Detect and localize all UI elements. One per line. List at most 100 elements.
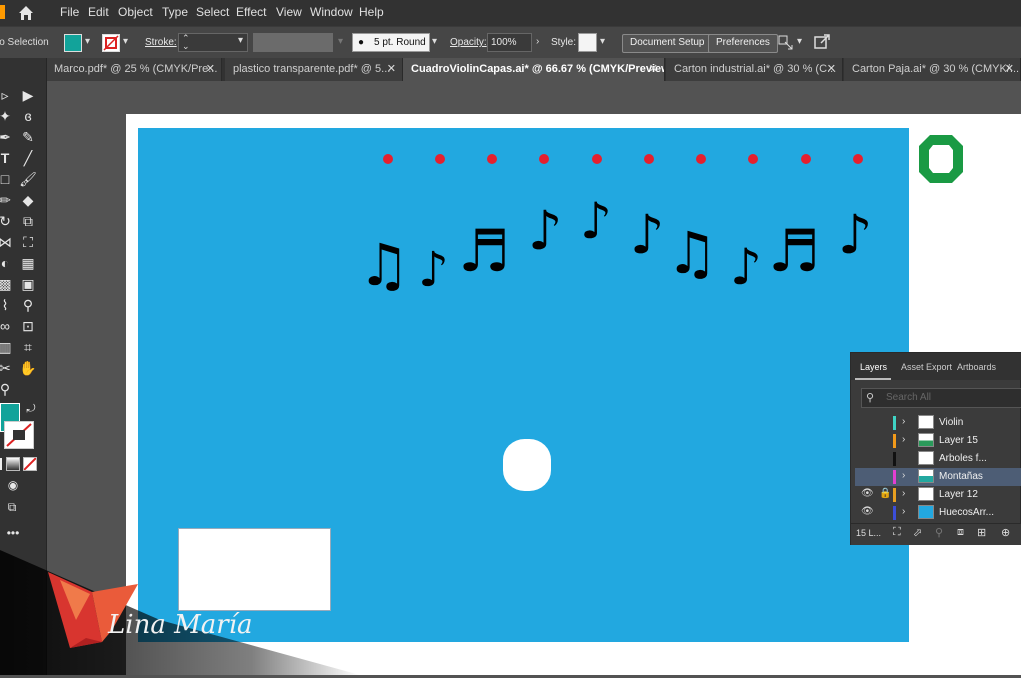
expand-arrow-icon[interactable]: › — [902, 506, 905, 517]
beamed-eighth-notes-icon[interactable]: ♫ — [358, 236, 410, 294]
stroke-weight-dropdown-icon[interactable]: ▾ — [238, 35, 243, 46]
zoom-tool-icon[interactable]: ⚲ — [0, 380, 14, 398]
red-dot[interactable] — [592, 154, 602, 164]
brush-dropdown-icon[interactable]: ▾ — [432, 36, 437, 53]
rotate-tool-icon[interactable]: ↻ — [0, 212, 14, 230]
selection-tool-icon[interactable]: ▹ — [0, 86, 14, 104]
eyedropper-tool-icon[interactable]: ⌇ — [0, 296, 14, 314]
eraser-tool-icon[interactable]: ◆ — [19, 191, 37, 209]
white-circle-hole[interactable] — [503, 439, 551, 491]
beamed-sixteenth-notes-icon[interactable]: ♬ — [768, 222, 820, 280]
red-dot[interactable] — [748, 154, 758, 164]
close-icon[interactable]: ✕ — [206, 58, 215, 80]
brush-definition[interactable]: ● 5 pt. Round — [352, 33, 430, 52]
layer-row-violin[interactable]: › Violin — [855, 414, 1021, 432]
eye-icon[interactable]: 👁 — [861, 506, 874, 517]
arrange-documents-icon[interactable] — [776, 33, 794, 51]
red-dot[interactable] — [539, 154, 549, 164]
none-mode-icon[interactable] — [23, 457, 37, 471]
red-dot[interactable] — [696, 154, 706, 164]
pen-tool-icon[interactable]: ✒ — [0, 128, 14, 146]
opacity-arrow-icon[interactable]: › — [536, 36, 539, 53]
style-dropdown-icon[interactable]: ▾ — [600, 36, 605, 53]
lock-icon[interactable]: 🔒 — [879, 488, 891, 499]
fill-color-swatch[interactable] — [64, 34, 82, 52]
red-dot[interactable] — [435, 154, 445, 164]
gradient-tool-icon[interactable]: ▣ — [19, 275, 37, 293]
layer-row-huecos[interactable]: 👁 › HuecosArr... — [855, 504, 1021, 522]
scale-tool-icon[interactable]: ⧉ — [19, 212, 37, 230]
close-icon[interactable]: ✕ — [649, 58, 658, 80]
document-setup-button[interactable]: Document Setup — [622, 34, 713, 53]
curvature-tool-icon[interactable]: ✎ — [19, 128, 37, 146]
rectangle-tool-icon[interactable]: □ — [0, 170, 14, 188]
magic-wand-tool-icon[interactable]: ✦ — [0, 107, 14, 125]
layer-row-arboles[interactable]: Arboles f... — [855, 450, 1021, 468]
symbol-sprayer-tool-icon[interactable]: ⊡ — [19, 317, 37, 335]
stroke-dropdown-icon[interactable]: ▾ — [123, 36, 128, 53]
swap-fill-stroke-icon[interactable]: ⤾ — [22, 400, 40, 418]
close-icon[interactable]: ✕ — [827, 58, 836, 80]
eighth-note-icon[interactable]: ♪ — [528, 204, 562, 258]
search-layer-icon[interactable]: ⚲ — [935, 526, 943, 539]
tab-plastico-transparente[interactable]: plastico transparente.pdf* @ 5... ✕ — [225, 58, 403, 81]
menu-effect[interactable]: Effect — [236, 5, 266, 19]
layer-row-layer-12[interactable]: 👁 🔒 › Layer 12 — [855, 486, 1021, 504]
width-tool-icon[interactable]: ⋈ — [0, 233, 14, 251]
menu-window[interactable]: Window — [310, 5, 353, 19]
menu-object[interactable]: Object — [118, 5, 153, 19]
beamed-sixteenth-notes-icon[interactable]: ♬ — [458, 222, 510, 280]
eye-icon[interactable]: 👁 — [861, 488, 874, 499]
column-graph-tool-icon[interactable]: ▥ — [0, 338, 14, 356]
line-tool-icon[interactable]: ╱ — [19, 149, 37, 167]
fill-dropdown-icon[interactable]: ▾ — [85, 36, 90, 53]
tab-carton-industrial[interactable]: Carton industrial.ai* @ 30 % (C... ✕ — [666, 58, 843, 81]
shape-builder-tool-icon[interactable]: ◐ — [0, 254, 14, 272]
arrange-dropdown-icon[interactable]: ▾ — [797, 36, 802, 53]
opacity-label[interactable]: Opacity: — [450, 37, 487, 54]
artboard-tool-icon[interactable]: ⌗ — [19, 338, 37, 356]
tab-marco[interactable]: Marco.pdf* @ 25 % (CMYK/Pre... ✕ — [46, 58, 222, 81]
expand-arrow-icon[interactable]: › — [902, 434, 905, 445]
red-dot[interactable] — [644, 154, 654, 164]
perspective-grid-tool-icon[interactable]: ▦ — [19, 254, 37, 272]
stroke-weight-input[interactable]: ⌃ ⌄ ▾ — [178, 33, 248, 52]
mesh-tool-icon[interactable]: ▩ — [0, 275, 14, 293]
style-swatch[interactable] — [578, 33, 597, 52]
menu-edit[interactable]: Edit — [88, 5, 109, 19]
hand-tool-icon[interactable]: ✋ — [19, 359, 37, 377]
tab-asset-export[interactable]: Asset Export — [901, 362, 952, 372]
red-dot[interactable] — [801, 154, 811, 164]
red-dot[interactable] — [487, 154, 497, 164]
stroke-swatch[interactable] — [4, 421, 34, 449]
opacity-input[interactable]: 100% — [487, 33, 532, 52]
type-tool-icon[interactable]: T — [0, 149, 14, 167]
close-icon[interactable]: ✕ — [1005, 58, 1014, 80]
free-transform-tool-icon[interactable]: ⛶ — [19, 233, 37, 251]
clipping-mask-icon[interactable]: ⧈ — [957, 526, 964, 539]
new-sublayer-icon[interactable]: ⊞ — [977, 526, 986, 539]
home-icon[interactable] — [17, 4, 35, 22]
new-layer-icon[interactable]: ⊕ — [1001, 526, 1010, 539]
menu-type[interactable]: Type — [162, 5, 188, 19]
red-dot[interactable] — [853, 154, 863, 164]
menu-view[interactable]: View — [276, 5, 302, 19]
locate-object-icon[interactable]: ⛶ — [893, 526, 901, 539]
screen-mode-icon[interactable]: ⧉ — [3, 498, 21, 516]
expand-arrow-icon[interactable]: › — [902, 470, 905, 481]
layers-search-input[interactable]: ⚲ Search All — [861, 388, 1021, 408]
tab-carton-paja[interactable]: Carton Paja.ai* @ 30 % (CMYK/... ✕ — [844, 58, 1021, 81]
stroke-label[interactable]: Stroke: — [145, 37, 177, 54]
close-icon[interactable]: ✕ — [387, 58, 396, 80]
lasso-tool-icon[interactable]: ɞ — [19, 107, 37, 125]
paintbrush-tool-icon[interactable]: 🖌 — [19, 170, 37, 188]
eighth-note-icon[interactable]: ♪ — [418, 246, 449, 294]
eyedropper-tool-icon[interactable]: ⚲ — [19, 296, 37, 314]
variable-width-profile[interactable] — [253, 33, 333, 52]
menu-select[interactable]: Select — [196, 5, 229, 19]
gradient-mode-icon[interactable] — [6, 457, 20, 471]
preferences-button[interactable]: Preferences — [708, 34, 778, 53]
expand-arrow-icon[interactable]: › — [902, 488, 905, 499]
menu-file[interactable]: File — [60, 5, 79, 19]
layer-row-montanas[interactable]: › Montañas — [855, 468, 1021, 486]
